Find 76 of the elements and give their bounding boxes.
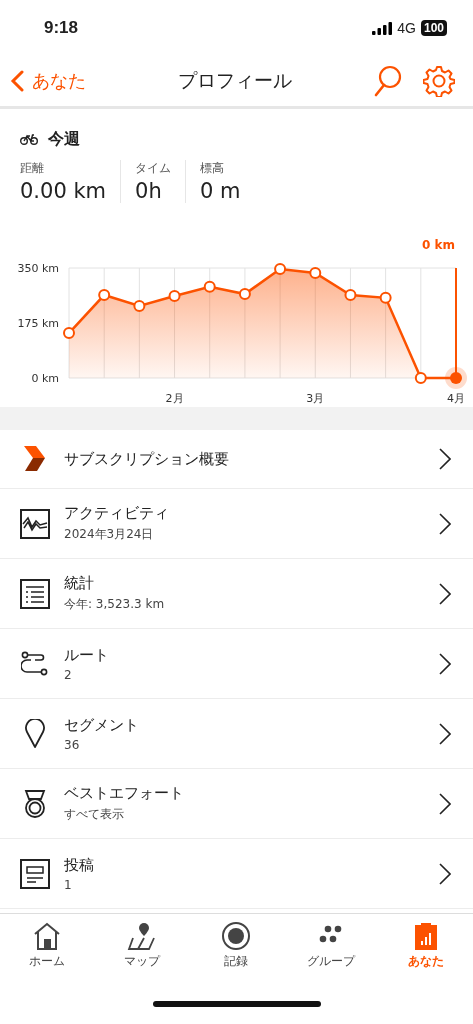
selected-point[interactable] (445, 366, 467, 389)
data-point (344, 288, 357, 301)
data-point (63, 326, 75, 339)
menu-item[interactable]: ベストエフォート すべて表示 (0, 769, 473, 840)
post-icon (20, 858, 50, 889)
data-point (274, 262, 287, 275)
stat-value: 0 m (200, 178, 241, 203)
chevron-right-icon (439, 652, 451, 675)
menu-item[interactable]: サブスクリプション概要 (0, 430, 473, 490)
data-point (133, 299, 146, 312)
chevron-right-icon (439, 448, 451, 471)
chevron-right-icon (439, 792, 451, 815)
bicycle-icon (20, 133, 38, 146)
tab-item[interactable]: ホーム (0, 920, 95, 989)
x-axis-label: 4月 (447, 391, 465, 405)
stat-label: 距離 (20, 159, 45, 177)
menu-title: 統計 (64, 574, 95, 594)
network-label: 4G (397, 20, 416, 37)
settings-icon[interactable] (423, 65, 455, 98)
record-icon (221, 921, 252, 952)
menu-title: セグメント (64, 715, 140, 735)
menu-subtitle: すべて表示 (64, 806, 125, 824)
home-indicator[interactable] (152, 1000, 321, 1007)
activity-icon (20, 508, 50, 539)
chevron-logo-icon (23, 446, 47, 473)
menu-subtitle: 36 (64, 737, 81, 752)
tab-item[interactable]: グループ (283, 920, 379, 989)
data-point (98, 288, 111, 301)
stat-label: タイム (135, 159, 172, 177)
chevron-right-icon (439, 582, 451, 605)
back-chevron-icon (10, 70, 24, 93)
stat-label: 標高 (200, 159, 226, 177)
chevron-right-icon (439, 512, 451, 535)
menu-title: サブスクリプション概要 (64, 449, 230, 469)
cursor-value: 0 km (422, 237, 455, 252)
battery-level: 100 (420, 20, 447, 37)
status-time: 9:18 (44, 18, 79, 39)
menu-subtitle: 2 (64, 667, 73, 682)
data-point (238, 287, 251, 300)
route-icon (21, 650, 49, 677)
stat-value: 0h (135, 178, 163, 203)
data-point (168, 289, 181, 302)
menu-title: 投稿 (64, 855, 95, 875)
page-title: プロフィール (176, 68, 293, 94)
map-icon (126, 921, 157, 952)
medal-icon (23, 788, 47, 819)
data-point (203, 280, 216, 293)
menu-title: ルート (64, 645, 110, 665)
menu-item[interactable]: 統計 今年: 3,523.3 km (0, 559, 473, 630)
data-point (309, 266, 322, 279)
menu-item[interactable]: セグメント 36 (0, 699, 473, 770)
y-axis-label: 0 km (31, 371, 59, 385)
chevron-right-icon (439, 722, 451, 745)
x-axis-label: 2月 (165, 391, 184, 405)
stat-value: 0.00 km (20, 178, 107, 203)
menu-item[interactable]: 投稿 1 (0, 839, 473, 910)
menu-item[interactable]: ルート 2 (0, 629, 473, 700)
menu-title: ベストエフォート (64, 784, 185, 804)
menu-subtitle: 1 (64, 877, 73, 892)
menu-title: アクティビティ (64, 504, 170, 524)
list-icon (20, 578, 50, 609)
data-point (414, 371, 427, 384)
tab-item[interactable]: マップ (94, 920, 190, 989)
y-axis-label: 175 km (17, 316, 59, 330)
menu-subtitle: 今年: 3,523.3 km (64, 596, 166, 614)
map-pin-icon (24, 718, 46, 749)
menu-subtitle: 2024年3月24日 (64, 526, 155, 544)
chevron-right-icon (439, 862, 451, 885)
section-title: 今週 (48, 128, 80, 150)
tab-item[interactable]: 記録 (189, 920, 284, 989)
data-point (379, 291, 392, 304)
search-icon[interactable] (373, 65, 403, 98)
menu-item[interactable]: アクティビティ 2024年3月24日 (0, 489, 473, 560)
x-axis-label: 3月 (306, 391, 325, 405)
signal-icon (372, 21, 393, 35)
y-axis-label: 350 km (17, 261, 59, 275)
